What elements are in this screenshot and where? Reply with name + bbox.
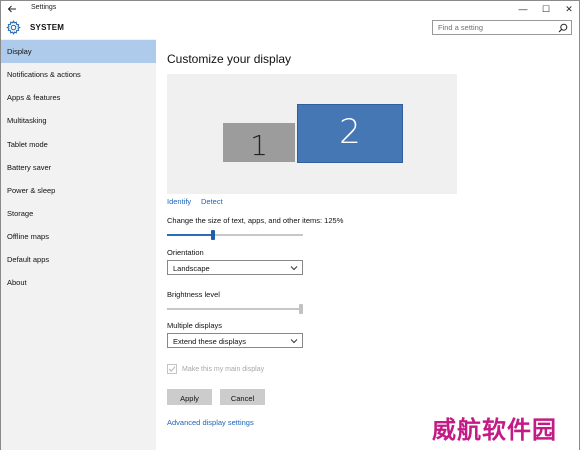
scale-slider-fill [167,234,211,236]
monitor-2[interactable]: 2 [297,104,403,163]
monitor-number: 2 [339,112,361,152]
main-display-label: Make this my main display [182,366,265,373]
close-icon: ✕ [565,4,573,14]
multiple-displays-value: Extend these displays [173,337,246,346]
back-button[interactable] [5,2,19,15]
sidebar-item-tablet-mode[interactable]: Tablet mode [1,133,156,156]
advanced-display-settings-link[interactable]: Advanced display settings [167,418,254,427]
chevron-down-icon [290,339,298,344]
sidebar-item-label: About [7,278,27,287]
orientation-dropdown[interactable]: Landscape [167,260,303,275]
sidebar: Display Notifications & actions Apps & f… [1,39,156,450]
page-title: Customize your display [167,52,292,66]
maximize-icon: ☐ [541,4,551,14]
search-placeholder: Find a setting [438,23,484,32]
monitor-number: 1 [250,129,268,162]
sidebar-item-power-sleep[interactable]: Power & sleep [1,179,156,202]
sidebar-item-about[interactable]: About [1,271,156,294]
sidebar-item-notifications[interactable]: Notifications & actions [1,63,156,86]
sidebar-item-label: Notifications & actions [7,70,81,79]
sidebar-item-label: Apps & features [7,93,61,102]
sidebar-item-default-apps[interactable]: Default apps [1,248,156,271]
cancel-button-label: Cancel [230,394,255,403]
identify-link[interactable]: Identify [167,197,191,206]
search-icon [558,23,568,33]
window-title: Settings [31,4,57,11]
main-display-checkbox[interactable] [167,364,177,374]
multiple-displays-label: Multiple displays [167,321,223,330]
brightness-label: Brightness level [167,290,220,299]
brightness-slider-track [167,308,299,310]
sidebar-item-apps-features[interactable]: Apps & features [1,86,156,109]
sidebar-item-label: Storage [7,209,34,218]
detect-link[interactable]: Detect [201,197,223,206]
section-title: SYSTEM [30,23,65,32]
display-preview: 1 2 [167,74,457,194]
watermark: 威航软件园 [432,416,557,444]
brightness-slider-thumb[interactable] [299,304,303,314]
brightness-slider[interactable] [167,302,303,314]
scale-slider[interactable] [167,228,303,240]
apply-button[interactable]: Apply [167,389,212,405]
sidebar-item-label: Offline maps [7,232,49,241]
scrollbar[interactable] [576,39,578,449]
sidebar-item-multitasking[interactable]: Multitasking [1,109,156,132]
arrow-left-icon [7,5,16,13]
scale-slider-thumb[interactable] [211,230,215,240]
sidebar-item-display[interactable]: Display [1,40,156,63]
sidebar-item-label: Multitasking [7,116,47,125]
sidebar-item-offline-maps[interactable]: Offline maps [1,225,156,248]
minimize-icon: — [518,4,528,14]
monitor-1[interactable]: 1 [222,122,296,163]
close-button[interactable]: ✕ [555,1,580,17]
sidebar-item-label: Display [7,47,32,56]
sidebar-item-battery-saver[interactable]: Battery saver [1,156,156,179]
settings-window: Settings — ☐ ✕ SYSTEM Find a setting Dis… [0,0,580,450]
sidebar-item-storage[interactable]: Storage [1,202,156,225]
orientation-label: Orientation [167,248,204,257]
gear-icon [6,20,21,35]
main-content: Customize your display 1 2 Identify Dete… [156,39,579,450]
sidebar-item-label: Tablet mode [7,140,48,149]
chevron-down-icon [290,266,298,271]
scale-slider-track [215,234,303,236]
scale-label: Change the size of text, apps, and other… [167,216,344,225]
title-bar: Settings — ☐ ✕ [1,1,579,17]
multiple-displays-dropdown[interactable]: Extend these displays [167,333,303,348]
sidebar-item-label: Default apps [7,255,50,264]
checkmark-icon [168,366,176,372]
search-input[interactable]: Find a setting [432,20,572,35]
orientation-value: Landscape [173,264,210,273]
sidebar-item-label: Battery saver [7,163,52,172]
cancel-button[interactable]: Cancel [220,389,265,405]
settings-header: SYSTEM Find a setting [1,17,579,39]
apply-button-label: Apply [180,394,199,403]
sidebar-item-label: Power & sleep [7,186,56,195]
